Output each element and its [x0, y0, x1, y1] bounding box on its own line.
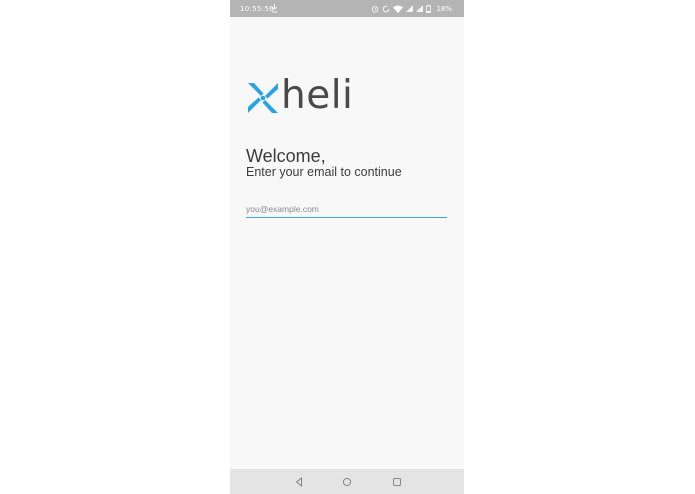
- signal-icon: [416, 5, 424, 12]
- battery-icon: [426, 4, 432, 13]
- download-icon: [271, 4, 278, 13]
- navigation-bar: [230, 469, 464, 494]
- recents-icon[interactable]: [390, 475, 404, 489]
- back-icon[interactable]: [292, 475, 306, 489]
- data-saver-icon: [383, 5, 390, 12]
- welcome-subtitle: Enter your email to continue: [246, 165, 402, 179]
- status-time: 10:55:56: [240, 5, 274, 13]
- xheli-logo-mark-icon: [248, 82, 278, 113]
- signal-icon: [406, 5, 414, 12]
- home-icon[interactable]: [340, 475, 354, 489]
- alarm-icon: [372, 5, 379, 13]
- wifi-icon: [393, 5, 404, 13]
- brand-name: heli: [281, 73, 354, 118]
- email-input[interactable]: [246, 201, 447, 218]
- status-icons: 18%: [371, 3, 452, 14]
- xheli-logo: heli: [246, 76, 353, 115]
- welcome-title: Welcome,: [246, 146, 326, 166]
- battery-percentage: 18%: [436, 4, 452, 13]
- status-bar: 10:55:56 18%: [230, 0, 464, 17]
- phone-screen: 10:55:56 18% heli Welcome, Enter your em…: [230, 0, 464, 494]
